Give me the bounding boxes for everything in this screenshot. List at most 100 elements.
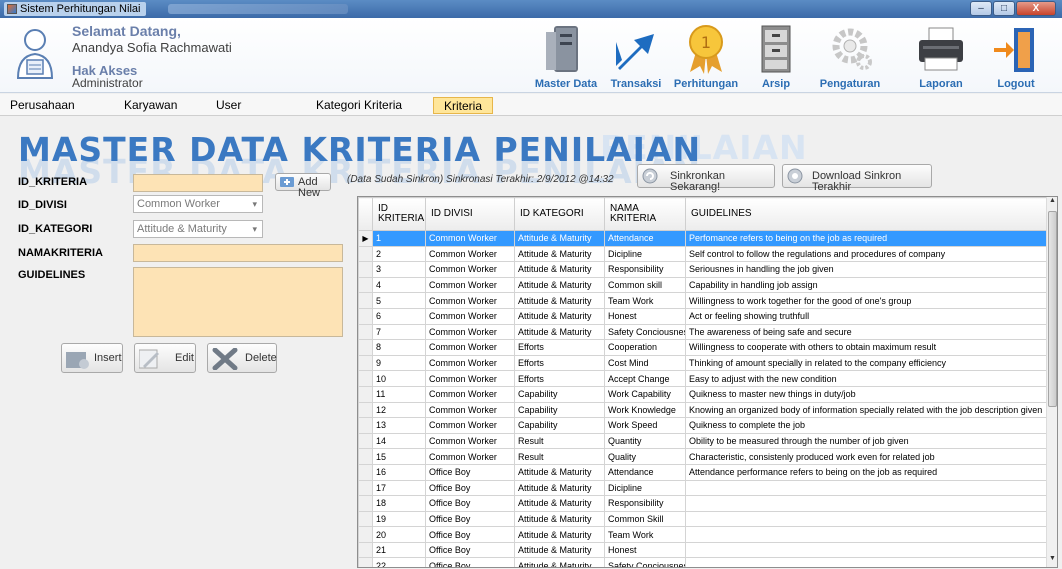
cell-guidelines[interactable]: Willingness to work together for the goo… [685,292,1048,309]
menu-kriteria[interactable]: Kriteria [433,97,494,114]
download-sync-button[interactable]: Download Sinkron Terakhir [782,164,932,193]
cell-id-kategori[interactable]: Attitude & Maturity [514,479,605,497]
cell-id-divisi[interactable]: Common Worker [425,323,515,341]
cell-id-kriteria[interactable]: 17 [372,479,426,497]
row-header[interactable] [358,479,373,497]
cell-guidelines[interactable] [685,479,1048,497]
table-row[interactable]: 8 Common Worker Efforts Cooperation Willingn… [358,339,1048,356]
cell-id-kriteria[interactable]: 18 [372,495,426,512]
row-header[interactable] [358,292,373,309]
cell-nama-kriteria[interactable]: Safety Conciousness [604,323,686,341]
cell-id-divisi[interactable]: Office Boy [425,541,515,559]
cell-id-divisi[interactable]: Common Worker [425,245,515,263]
column-header-id-divisi[interactable]: ID DIVISI [425,197,515,231]
cell-id-divisi[interactable]: Office Boy [425,557,515,567]
cell-nama-kriteria[interactable]: Accept Change [604,370,686,387]
table-row[interactable]: 19 Office Boy Attitude & Maturity Common Sk… [358,510,1048,528]
cell-id-divisi[interactable]: Common Worker [425,292,515,309]
table-row[interactable]: 21 Office Boy Attitude & Maturity Honest [358,541,1048,559]
cell-id-divisi[interactable]: Common Worker [425,261,515,278]
current-row-indicator-icon[interactable]: ▶ [358,230,373,247]
cell-guidelines[interactable]: Characteristic, consistenly produced wor… [685,448,1048,465]
cell-nama-kriteria[interactable]: Cooperation [604,339,686,356]
cell-id-kategori[interactable]: Efforts [514,354,605,372]
cell-guidelines[interactable] [685,526,1048,543]
cell-id-kategori[interactable]: Efforts [514,370,605,387]
cell-id-kategori[interactable]: Attitude & Maturity [514,276,605,294]
cell-id-kriteria[interactable]: 22 [372,557,426,567]
row-header[interactable] [358,432,373,450]
cell-id-divisi[interactable]: Common Worker [425,370,515,387]
cell-nama-kriteria[interactable]: Common Skill [604,510,686,528]
cell-id-kriteria[interactable]: 7 [372,323,426,341]
table-row[interactable]: 4 Common Worker Attitude & Maturity Common … [358,276,1048,294]
table-row[interactable]: 9 Common Worker Efforts Cost Mind Thinking o… [358,354,1048,372]
toolbar-laporan[interactable]: Laporan [905,18,977,93]
table-row[interactable]: 14 Common Worker Result Quantity Obility to … [358,432,1048,450]
cell-guidelines[interactable]: Capability in handling job assign [685,276,1048,294]
row-header[interactable] [358,261,373,278]
cell-nama-kriteria[interactable]: Quality [604,448,686,465]
cell-id-kriteria[interactable]: 9 [372,354,426,372]
insert-button[interactable]: Insert [61,343,123,373]
table-row[interactable]: ▶ 1 Common Worker Attitude & Maturity Attend… [358,230,1048,247]
table-row[interactable]: 10 Common Worker Efforts Accept Change Easy … [358,370,1048,387]
cell-id-divisi[interactable]: Common Worker [425,354,515,372]
toolbar-arsip[interactable]: Arsip [740,18,812,93]
cell-id-divisi[interactable]: Common Worker [425,307,515,325]
cell-guidelines[interactable]: Quikness to master new things in duty/jo… [685,385,1048,403]
table-row[interactable]: 11 Common Worker Capability Work Capability… [358,385,1048,403]
table-row[interactable]: 3 Common Worker Attitude & Maturity Respons… [358,261,1048,278]
id-kriteria-input[interactable] [133,174,263,192]
menu-karyawan[interactable]: Karyawan [114,97,187,113]
table-row[interactable]: 12 Common Worker Capability Work Knowledge K… [358,401,1048,419]
close-button[interactable]: X [1016,1,1056,16]
table-row[interactable]: 7 Common Worker Attitude & Maturity Safety … [358,323,1048,341]
row-header[interactable] [358,370,373,387]
table-row[interactable]: 2 Common Worker Attitude & Maturity Dicipli… [358,245,1048,263]
row-header[interactable] [358,526,373,543]
row-header[interactable] [358,276,373,294]
table-row[interactable]: 17 Office Boy Attitude & Maturity Dicipline [358,479,1048,497]
cell-id-kategori[interactable]: Result [514,432,605,450]
cell-id-divisi[interactable]: Common Worker [425,401,515,419]
column-header-guidelines[interactable]: GUIDELINES [685,197,1048,231]
cell-nama-kriteria[interactable]: Dicipline [604,245,686,263]
id-kategori-select[interactable]: Attitude & Maturity ▾ [133,220,263,238]
row-header[interactable] [358,307,373,325]
cell-id-kriteria[interactable]: 10 [372,370,426,387]
row-header[interactable] [358,510,373,528]
cell-nama-kriteria[interactable]: Attendance [604,230,686,247]
cell-id-kriteria[interactable]: 15 [372,448,426,465]
cell-id-divisi[interactable]: Office Boy [425,479,515,497]
column-header-nama-kriteria[interactable]: NAMA KRITERIA [604,197,686,231]
cell-nama-kriteria[interactable]: Work Capability [604,385,686,403]
cell-guidelines[interactable]: Obility to be measured through the numbe… [685,432,1048,450]
cell-id-kategori[interactable]: Efforts [514,339,605,356]
cell-nama-kriteria[interactable]: Team Work [604,526,686,543]
cell-id-divisi[interactable]: Common Worker [425,230,515,247]
cell-nama-kriteria[interactable]: Attendance [604,463,686,481]
cell-guidelines[interactable]: Perfomance refers to being on the job as… [685,230,1048,247]
cell-id-divisi[interactable]: Office Boy [425,526,515,543]
cell-id-kriteria[interactable]: 1 [372,230,426,247]
cell-id-kategori[interactable]: Attitude & Maturity [514,230,605,247]
row-header[interactable] [358,401,373,419]
minimize-button[interactable]: – [970,1,992,16]
cell-id-kriteria[interactable]: 12 [372,401,426,419]
cell-guidelines[interactable]: The awareness of being safe and secure [685,323,1048,341]
guidelines-textarea[interactable] [133,267,343,337]
cell-id-divisi[interactable]: Office Boy [425,463,515,481]
cell-id-kategori[interactable]: Attitude & Maturity [514,526,605,543]
scrollbar-thumb[interactable] [1048,211,1057,407]
cell-id-kriteria[interactable]: 11 [372,385,426,403]
cell-id-divisi[interactable]: Office Boy [425,510,515,528]
cell-id-kategori[interactable]: Attitude & Maturity [514,307,605,325]
cell-id-kategori[interactable]: Attitude & Maturity [514,557,605,567]
cell-id-kategori[interactable]: Attitude & Maturity [514,323,605,341]
cell-guidelines[interactable] [685,510,1048,528]
row-header[interactable] [358,354,373,372]
cell-guidelines[interactable]: Self control to follow the regulations a… [685,245,1048,263]
add-new-button[interactable]: Add New [275,173,331,199]
nama-kriteria-input[interactable] [133,244,343,262]
